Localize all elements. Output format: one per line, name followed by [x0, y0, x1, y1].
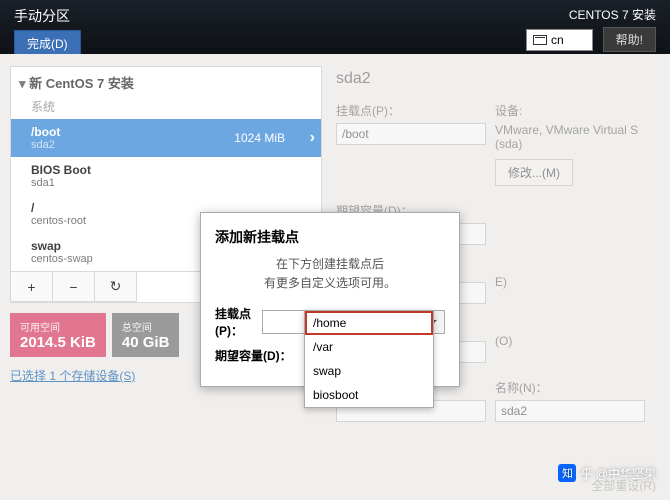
installer-name: CENTOS 7 安装	[569, 6, 656, 23]
dialog-mount-label: 挂载点(P)：	[215, 305, 262, 339]
zhihu-icon: 知	[558, 464, 576, 482]
installer-topbar: 手动分区 完成(D) CENTOS 7 安装 cn 帮助!	[0, 0, 670, 54]
mount-option-var[interactable]: /var	[305, 335, 433, 359]
help-button[interactable]: 帮助!	[603, 27, 656, 52]
done-button[interactable]: 完成(D)	[14, 30, 81, 57]
keyboard-layout-selector[interactable]: cn	[526, 29, 593, 51]
mount-option-biosboot[interactable]: biosboot	[305, 383, 433, 407]
mount-option-swap[interactable]: swap	[305, 359, 433, 383]
main-content: 新 CentOS 7 安装 系统 /bootsda2 1024 MiB BIOS…	[0, 54, 670, 500]
dialog-capacity-label: 期望容量(D)：	[215, 347, 305, 364]
keyboard-icon	[533, 35, 547, 45]
mount-option-home[interactable]: /home	[305, 311, 433, 335]
mount-dropdown-list: /home /var swap biosboot	[304, 310, 434, 408]
dialog-title: 添加新挂载点	[215, 227, 445, 247]
page-title: 手动分区	[14, 6, 81, 26]
watermark: 知 乎 @中华坚果	[558, 464, 656, 482]
